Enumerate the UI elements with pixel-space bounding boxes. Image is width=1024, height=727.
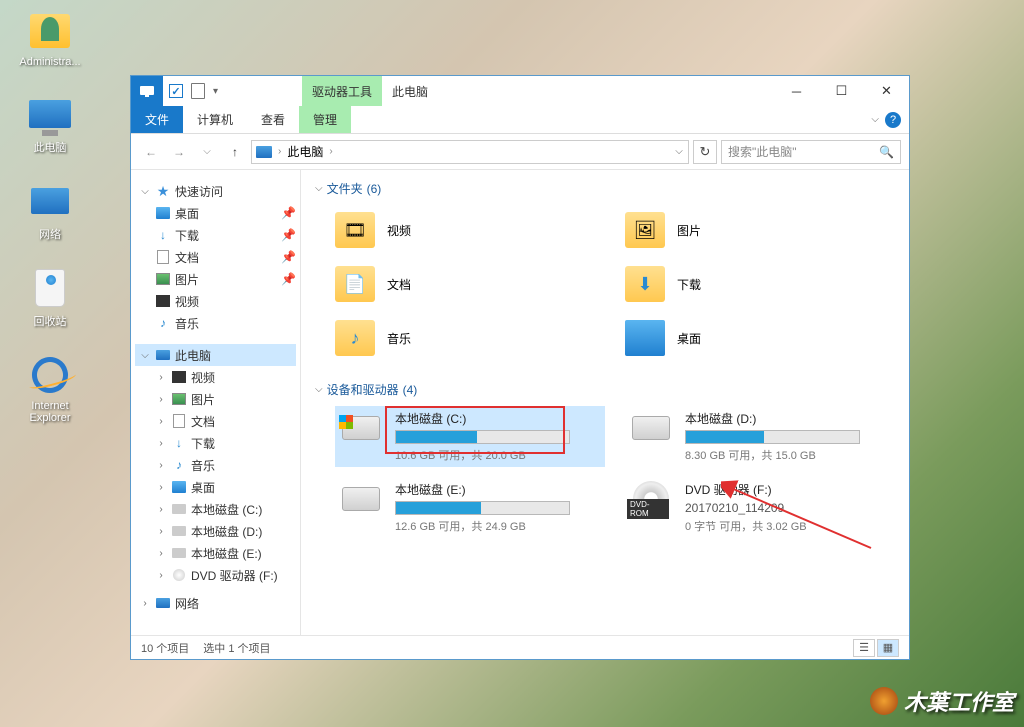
desktop-icon-ie[interactable]: Internet Explorer	[10, 354, 90, 424]
back-button[interactable]: ←	[139, 140, 163, 164]
drive-hdd-icon	[632, 416, 670, 440]
navigation-bar: ← → ⌵ ↑ › 此电脑 › ⌵ ↻ 搜索"此电脑" 🔍	[131, 134, 909, 170]
search-placeholder: 搜索"此电脑"	[728, 143, 797, 160]
contextual-tab-label: 驱动器工具	[302, 76, 382, 106]
folder-desktop[interactable]: 桌面	[625, 313, 895, 363]
search-input[interactable]: 搜索"此电脑" 🔍	[721, 140, 901, 164]
forward-button[interactable]: →	[167, 140, 191, 164]
tree-item-music[interactable]: ♪音乐	[135, 312, 296, 334]
search-icon[interactable]: 🔍	[879, 145, 894, 159]
breadcrumb-sep-icon[interactable]: ›	[278, 146, 281, 157]
dvd-icon: DVD-ROM	[633, 481, 669, 517]
explorer-window: ✓ ▾ 驱动器工具 此电脑 ─ ☐ ✕ 文件 计算机 查看 管理 ⌵ ? ← →…	[130, 75, 910, 660]
status-bar: 10 个项目 选中 1 个项目 ☰ ▦	[131, 635, 909, 659]
maximize-button[interactable]: ☐	[819, 76, 864, 106]
titlebar: ✓ ▾ 驱动器工具 此电脑 ─ ☐ ✕	[131, 76, 909, 106]
tree-item-downloads[interactable]: ›↓下载	[135, 432, 296, 454]
window-title: 此电脑	[392, 83, 428, 100]
navigation-pane: ⌵★快速访问 桌面📌 ↓下载📌 文档📌 图片📌 视频 ♪音乐 ⌵此电脑 ›视频 …	[131, 170, 301, 635]
drive-e[interactable]: 本地磁盘 (E:) 12.6 GB 可用，共 24.9 GB	[335, 477, 605, 538]
refresh-button[interactable]: ↻	[693, 140, 717, 164]
ribbon: 文件 计算机 查看 管理 ⌵ ?	[131, 106, 909, 134]
folder-downloads[interactable]: ⬇下载	[625, 259, 895, 309]
qat-properties-icon[interactable]: ✓	[169, 84, 183, 98]
tree-item-videos[interactable]: ›视频	[135, 366, 296, 388]
watermark: 木葉工作室	[870, 685, 1014, 717]
tree-item-desktop[interactable]: 桌面📌	[135, 202, 296, 224]
up-button[interactable]: ↑	[223, 140, 247, 164]
tree-quick-access[interactable]: ⌵★快速访问	[135, 180, 296, 202]
ribbon-tab-view[interactable]: 查看	[247, 106, 299, 133]
folder-documents[interactable]: 📄文档	[335, 259, 605, 309]
tree-item-pictures[interactable]: ›图片	[135, 388, 296, 410]
ribbon-tab-computer[interactable]: 计算机	[183, 106, 247, 133]
desktop-icons: Administra... 此电脑 网络 回收站 Internet Explor…	[10, 10, 90, 449]
history-dropdown-icon[interactable]: ⌵	[195, 140, 219, 164]
qat-dropdown-icon[interactable]: ▾	[213, 86, 218, 97]
ribbon-tab-file[interactable]: 文件	[131, 106, 183, 133]
tree-item-videos[interactable]: 视频	[135, 290, 296, 312]
desktop-icon-recycle-bin[interactable]: 回收站	[10, 267, 90, 329]
qat-newfolder-icon[interactable]	[191, 83, 205, 99]
breadcrumb-sep-icon[interactable]: ›	[329, 146, 332, 157]
tree-item-music[interactable]: ›♪音乐	[135, 454, 296, 476]
tree-network[interactable]: ›网络	[135, 592, 296, 614]
watermark-icon	[870, 687, 898, 715]
tree-item-desktop[interactable]: ›桌面	[135, 476, 296, 498]
address-pc-icon	[256, 146, 272, 158]
ribbon-collapse-icon[interactable]: ⌵	[871, 114, 879, 125]
view-tiles-button[interactable]: ▦	[877, 639, 899, 657]
drive-hdd-icon	[342, 487, 380, 511]
close-button[interactable]: ✕	[864, 76, 909, 106]
desktop-icon-user[interactable]: Administra...	[10, 10, 90, 68]
tree-item-downloads[interactable]: ↓下载📌	[135, 224, 296, 246]
section-folders[interactable]: ⌵文件夹 (6)	[315, 180, 895, 197]
desktop-icon-network[interactable]: 网络	[10, 180, 90, 242]
address-bar[interactable]: › 此电脑 › ⌵	[251, 140, 689, 164]
tree-item-drive-c[interactable]: ›本地磁盘 (C:)	[135, 498, 296, 520]
drive-windows-icon	[342, 416, 380, 440]
section-drives[interactable]: ⌵设备和驱动器 (4)	[315, 381, 895, 398]
quick-access-toolbar: ✓ ▾	[169, 83, 218, 99]
status-item-count: 10 个项目	[141, 640, 189, 656]
folder-videos[interactable]: 🎞视频	[335, 205, 605, 255]
minimize-button[interactable]: ─	[774, 76, 819, 106]
tree-this-pc[interactable]: ⌵此电脑	[135, 344, 296, 366]
ribbon-tab-manage[interactable]: 管理	[299, 106, 351, 133]
content-pane: ⌵文件夹 (6) 🎞视频 🖼图片 📄文档 ⬇下载 ♪音乐 桌面 ⌵设备和驱动器 …	[301, 170, 909, 635]
help-icon[interactable]: ?	[885, 112, 901, 128]
tree-item-documents[interactable]: ›文档	[135, 410, 296, 432]
breadcrumb-segment[interactable]: 此电脑	[287, 143, 323, 160]
address-dropdown-icon[interactable]: ⌵	[670, 146, 688, 157]
drive-dvd[interactable]: DVD-ROM DVD 驱动器 (F:) 20170210_114209 0 字…	[625, 477, 895, 538]
tree-item-dvd[interactable]: ›DVD 驱动器 (F:)	[135, 564, 296, 586]
tree-item-drive-e[interactable]: ›本地磁盘 (E:)	[135, 542, 296, 564]
desktop-icon-this-pc[interactable]: 此电脑	[10, 93, 90, 155]
folder-music[interactable]: ♪音乐	[335, 313, 605, 363]
tree-item-pictures[interactable]: 图片📌	[135, 268, 296, 290]
view-details-button[interactable]: ☰	[853, 639, 875, 657]
tree-item-drive-d[interactable]: ›本地磁盘 (D:)	[135, 520, 296, 542]
drive-d[interactable]: 本地磁盘 (D:) 8.30 GB 可用，共 15.0 GB	[625, 406, 895, 467]
status-selected-count: 选中 1 个项目	[203, 640, 270, 656]
drive-c[interactable]: 本地磁盘 (C:) 10.6 GB 可用，共 20.0 GB	[335, 406, 605, 467]
tree-item-documents[interactable]: 文档📌	[135, 246, 296, 268]
folder-pictures[interactable]: 🖼图片	[625, 205, 895, 255]
app-icon[interactable]	[131, 76, 163, 106]
